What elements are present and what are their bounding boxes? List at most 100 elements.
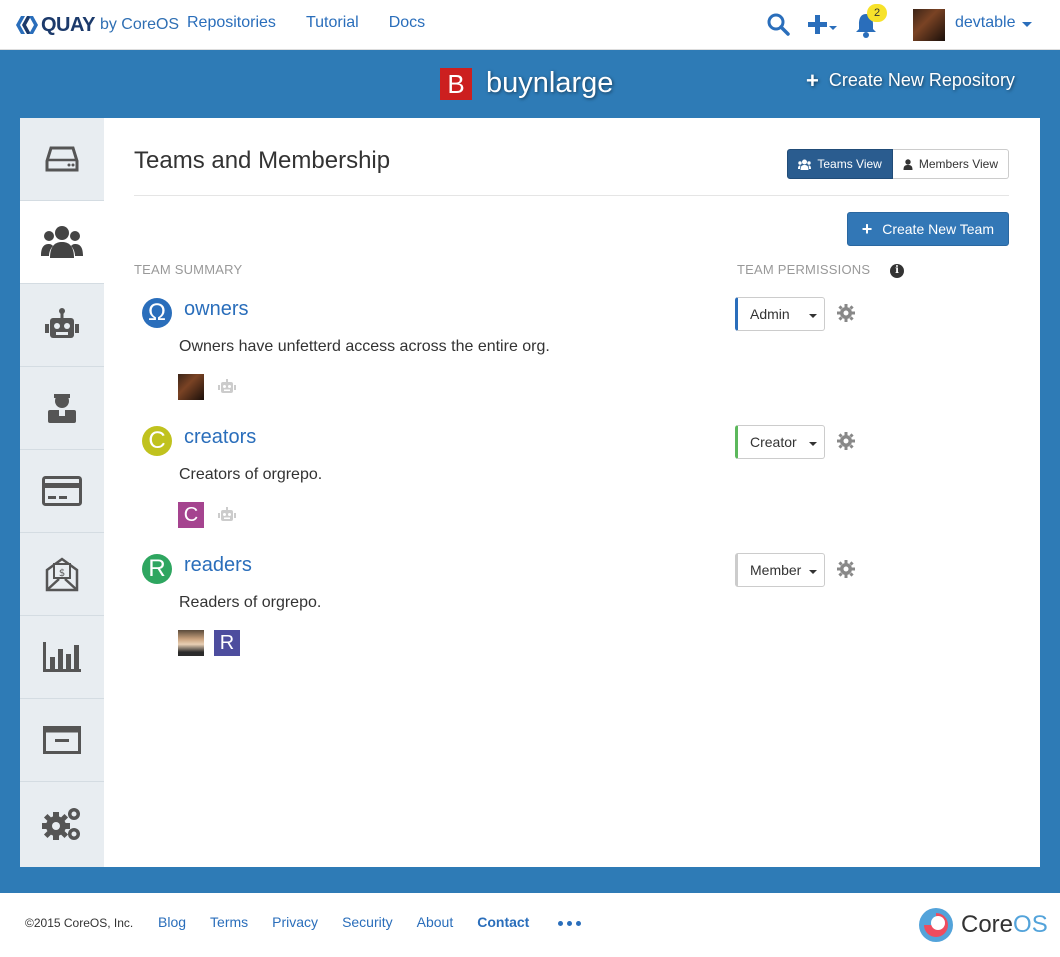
bar-chart-icon <box>43 642 81 672</box>
teams-view-button[interactable]: Teams View <box>787 149 893 179</box>
team-members <box>178 374 250 400</box>
plus-icon: + <box>861 219 873 239</box>
robot-icon <box>45 308 79 338</box>
team-role-value: Admin <box>750 306 790 322</box>
sidebar-item-default-permissions[interactable] <box>20 367 104 450</box>
users-icon <box>798 159 812 170</box>
gear-icon[interactable] <box>837 560 855 583</box>
team-role-select[interactable]: Member <box>735 553 825 587</box>
footer-link-about[interactable]: About <box>417 914 454 930</box>
application-window-icon <box>43 726 81 754</box>
create-new-team-label: Create New Team <box>882 221 994 237</box>
team-name-link[interactable]: readers <box>184 554 252 577</box>
team-row-creators: C creators Creators of orgrepo. C Creato… <box>134 425 1009 554</box>
nav-tutorial[interactable]: Tutorial <box>306 14 359 32</box>
member-avatar[interactable] <box>178 630 204 656</box>
brand-name: QUAY <box>41 13 95 36</box>
team-name-link[interactable]: owners <box>184 298 248 321</box>
member-avatar[interactable] <box>178 374 204 400</box>
footer-link-terms[interactable]: Terms <box>210 914 248 930</box>
avatar[interactable] <box>913 9 945 41</box>
sidebar-item-usage-logs[interactable] <box>20 616 104 699</box>
info-icon[interactable]: i <box>890 264 904 278</box>
team-summary-header: TEAM SUMMARY <box>134 262 243 277</box>
members-view-label: Members View <box>918 157 998 171</box>
create-plus-dropdown-icon[interactable] <box>808 14 838 41</box>
invoice-envelope-icon: $ <box>45 557 79 592</box>
member-avatar[interactable]: C <box>178 502 204 528</box>
footer-link-blog[interactable]: Blog <box>158 914 186 930</box>
org-header: B buynlarge <box>440 67 613 100</box>
team-avatar: Ω <box>142 298 172 328</box>
chevron-down-icon <box>809 442 817 446</box>
org-sidebar: $ <box>20 118 104 867</box>
teams-main: Teams and Membership Teams View Members … <box>134 118 1009 867</box>
nav-docs[interactable]: Docs <box>389 14 425 32</box>
coreos-logo[interactable]: CoreOS <box>919 908 1048 942</box>
quay-logo[interactable]: QUAY by CoreOS <box>16 12 179 38</box>
coreos-text-os: OS <box>1013 911 1048 938</box>
sidebar-item-repositories[interactable] <box>20 118 104 201</box>
chevron-down-icon[interactable] <box>1022 22 1032 27</box>
team-permissions-header: TEAM PERMISSIONS <box>737 262 871 277</box>
teams-view-label: Teams View <box>817 157 882 171</box>
team-description: Owners have unfetterd access across the … <box>179 338 550 355</box>
main-nav: Repositories Tutorial Docs <box>187 14 455 32</box>
top-navbar: QUAY by CoreOS Repositories Tutorial Doc… <box>0 0 1060 50</box>
copyright: ©2015 CoreOS, Inc. <box>25 916 134 930</box>
chevron-down-icon <box>809 314 817 318</box>
gears-icon <box>42 807 80 840</box>
team-role-select[interactable]: Admin <box>735 297 825 331</box>
team-role-value: Member <box>750 562 802 578</box>
footer-link-privacy[interactable]: Privacy <box>272 914 318 930</box>
more-dots-icon[interactable] <box>558 921 585 926</box>
robot-icon[interactable] <box>214 374 240 400</box>
user-menu-name[interactable]: devtable <box>955 14 1016 32</box>
create-new-team-button[interactable]: + Create New Team <box>846 212 1009 246</box>
sidebar-item-settings[interactable] <box>20 782 104 865</box>
member-avatar[interactable]: R <box>214 630 240 656</box>
team-role-select[interactable]: Creator <box>735 425 825 459</box>
gear-icon[interactable] <box>837 432 855 455</box>
create-repository-label: Create New Repository <box>828 70 1015 90</box>
users-icon <box>41 226 83 258</box>
team-members: R <box>178 630 250 656</box>
team-name-link[interactable]: creators <box>184 426 256 449</box>
content-panel: $ Teams and Membership Teams View Member… <box>20 118 1040 867</box>
chevron-down-icon <box>809 570 817 574</box>
view-toggle: Teams View Members View <box>787 149 1009 179</box>
sidebar-item-robots[interactable] <box>20 284 104 367</box>
create-repository-button[interactable]: + Create New Repository <box>806 67 1015 93</box>
sidebar-item-invoices[interactable]: $ <box>20 533 104 616</box>
coreos-text-core: Core <box>961 911 1014 938</box>
team-description: Creators of orgrepo. <box>179 466 323 483</box>
gear-icon[interactable] <box>837 304 855 327</box>
brand-suffix: by CoreOS <box>99 16 180 33</box>
members-view-button[interactable]: Members View <box>892 149 1009 179</box>
footer: ©2015 CoreOS, Inc. Blog Terms Privacy Se… <box>0 893 1060 957</box>
footer-link-contact[interactable]: Contact <box>477 914 529 930</box>
plus-icon: + <box>806 67 819 93</box>
team-avatar: C <box>142 426 172 456</box>
org-avatar: B <box>440 67 472 100</box>
footer-link-security[interactable]: Security <box>342 914 393 930</box>
sidebar-item-billing[interactable] <box>20 450 104 533</box>
title-divider <box>134 195 1009 196</box>
team-role-value: Creator <box>750 434 797 450</box>
team-row-readers: R readers Readers of orgrepo. R Member <box>134 553 1009 682</box>
sidebar-item-teams[interactable] <box>20 201 104 284</box>
user-icon <box>903 158 913 170</box>
hdd-icon <box>45 146 79 172</box>
user-secret-icon <box>48 394 76 423</box>
search-icon[interactable] <box>766 12 790 41</box>
notification-badge: 2 <box>867 4 887 22</box>
team-members: C <box>178 502 250 528</box>
team-row-owners: Ω owners Owners have unfetterd access ac… <box>134 297 1009 426</box>
svg-text:$: $ <box>59 568 65 579</box>
sidebar-item-applications[interactable] <box>20 699 104 782</box>
nav-repositories[interactable]: Repositories <box>187 14 276 32</box>
coreos-logo-icon <box>919 908 953 942</box>
robot-icon[interactable] <box>214 502 240 528</box>
footer-links: Blog Terms Privacy Security About Contac… <box>158 914 553 930</box>
team-description: Readers of orgrepo. <box>179 594 322 611</box>
